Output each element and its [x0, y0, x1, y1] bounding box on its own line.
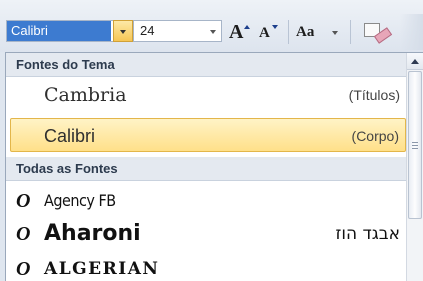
font-item-calibri[interactable]: Calibri (Corpo) [10, 118, 406, 152]
font-item-name: ALGERIAN [44, 259, 160, 279]
font-item-aharoni[interactable]: O Aharoni אבגד הוז [6, 219, 406, 249]
chevron-up-icon [411, 59, 419, 64]
font-size-combobox[interactable]: 24 [134, 20, 222, 42]
theme-fonts-header: Fontes do Tema [6, 53, 406, 77]
vertical-scrollbar[interactable] [406, 53, 423, 281]
caret-down-icon [272, 25, 278, 29]
font-dropdown-list: Fontes do Tema Cambria (Títulos) Calibri… [5, 52, 423, 281]
chevron-down-icon [120, 30, 126, 34]
font-size-input[interactable]: 24 [140, 21, 154, 41]
opentype-o-icon: O [16, 258, 31, 280]
grip-line [412, 148, 418, 149]
grow-font-button[interactable]: A [229, 19, 253, 45]
clear-formatting-button[interactable] [360, 19, 394, 45]
grow-font-label: A [229, 21, 244, 43]
toolbar-divider [350, 20, 351, 44]
chevron-down-icon [210, 30, 216, 34]
caret-up-icon [244, 25, 250, 29]
font-item-sample: אבגד הוז [335, 224, 400, 244]
font-item-algerian[interactable]: O ALGERIAN [6, 254, 406, 281]
scroll-up-button[interactable] [407, 53, 423, 70]
toolbar-divider [288, 20, 289, 44]
change-case-button[interactable]: Aa [296, 19, 340, 45]
font-size-dropdown-button[interactable] [205, 21, 221, 41]
shrink-font-button[interactable]: A [259, 19, 281, 45]
scroll-thumb[interactable] [408, 71, 422, 219]
font-item-name: Cambria [44, 84, 127, 106]
font-item-agency-fb[interactable]: O Agency FB [6, 186, 406, 216]
toolbar-edge [400, 14, 423, 50]
change-case-label: Aa [296, 24, 315, 40]
shrink-font-label: A [259, 25, 270, 41]
font-item-name: Agency FB [44, 191, 116, 210]
font-toolbar: Calibri 24 A A Aa [0, 0, 423, 52]
font-item-role: (Títulos) [348, 87, 400, 103]
grip-line [412, 142, 418, 143]
font-name-dropdown-button[interactable] [113, 20, 133, 42]
font-item-role: (Corpo) [351, 128, 399, 144]
font-name-input[interactable]: Calibri [7, 21, 111, 41]
font-item-name: Aharoni [44, 221, 141, 246]
opentype-o-icon: O [16, 190, 31, 212]
font-name-combobox[interactable]: Calibri [6, 20, 134, 42]
chevron-down-icon [332, 31, 338, 35]
all-fonts-header: Todas as Fontes [6, 157, 406, 181]
grip-line [412, 145, 418, 146]
font-item-name: Calibri [44, 126, 96, 146]
font-item-cambria[interactable]: Cambria (Títulos) [6, 78, 406, 112]
opentype-o-icon: O [16, 223, 31, 245]
